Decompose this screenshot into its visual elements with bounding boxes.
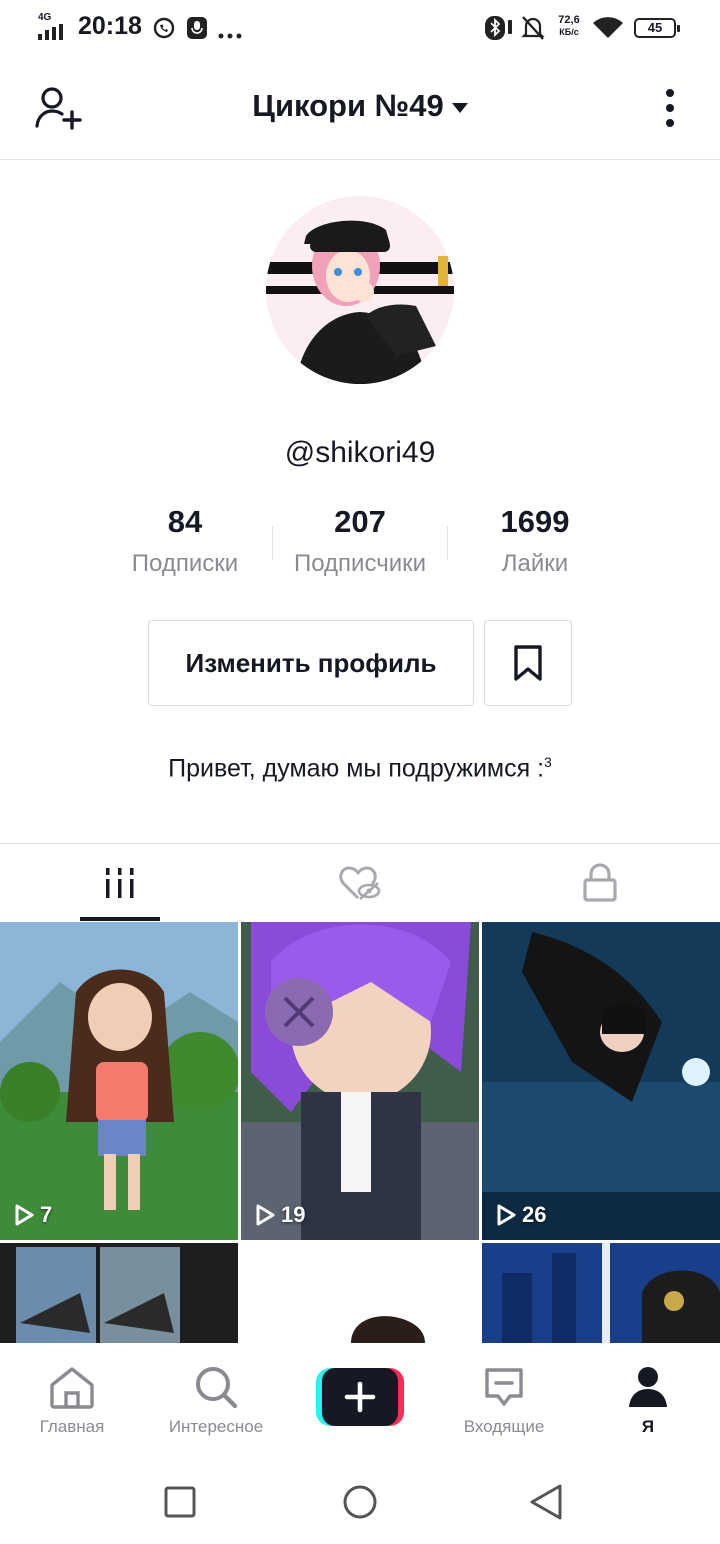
video-thumbnail[interactable] <box>482 1243 720 1343</box>
mute-icon <box>520 14 546 47</box>
tab-liked[interactable] <box>240 844 480 922</box>
following-label: Подписки <box>131 550 239 577</box>
following-stat[interactable]: 84 Подписки <box>100 504 270 578</box>
bio-superscript: 3 <box>544 754 552 770</box>
whatsapp-icon <box>152 16 176 45</box>
bio-text: Привет, думаю мы подружимся : <box>168 754 545 783</box>
system-navigation-bar <box>0 1458 720 1544</box>
more-options-icon[interactable] <box>662 88 678 133</box>
video-thumbnail[interactable] <box>241 1243 479 1343</box>
video-thumbnail[interactable]: 19 <box>241 922 479 1240</box>
video-thumbnail[interactable]: 26 <box>482 922 720 1240</box>
voice-recorder-icon <box>186 16 208 45</box>
nav-create[interactable] <box>288 1343 432 1458</box>
favorites-button[interactable] <box>484 620 572 706</box>
username: @shikori49 <box>284 436 436 469</box>
tab-videos[interactable] <box>0 844 240 922</box>
nav-discover[interactable]: Интересное <box>144 1343 288 1458</box>
tab-private[interactable] <box>480 844 720 922</box>
edit-profile-button[interactable]: Изменить профиль <box>148 620 474 706</box>
profile-header: Цикори №49 <box>0 56 720 160</box>
stat-divider <box>272 526 273 560</box>
bluetooth-icon <box>484 14 514 47</box>
lock-icon <box>583 863 617 902</box>
home-circle-icon[interactable] <box>342 1484 378 1525</box>
nav-inbox[interactable]: Входящие <box>432 1343 576 1458</box>
stat-divider <box>447 526 448 560</box>
home-icon <box>0 1363 144 1411</box>
profile-icon <box>576 1363 720 1411</box>
nav-profile[interactable]: Я <box>576 1343 720 1458</box>
play-icon <box>256 1204 275 1226</box>
account-name: Цикори №49 <box>252 88 444 123</box>
bottom-navigation: Главная Интересное Входящие Я <box>0 1343 720 1458</box>
video-thumbnail[interactable] <box>0 1243 238 1343</box>
plus-icon <box>288 1368 432 1426</box>
bookmark-icon <box>514 645 542 681</box>
search-icon <box>144 1363 288 1411</box>
followers-label: Подписчики <box>293 550 427 577</box>
recents-icon[interactable] <box>164 1486 196 1523</box>
video-thumbnail[interactable]: 7 <box>0 922 238 1240</box>
play-icon <box>497 1204 516 1226</box>
play-icon <box>15 1204 34 1226</box>
following-count: 84 <box>167 504 203 539</box>
nav-inbox-label: Входящие <box>463 1417 545 1436</box>
nav-home[interactable]: Главная <box>0 1343 144 1458</box>
wifi-icon <box>592 16 624 45</box>
signal-icon <box>38 24 72 45</box>
grid-icon <box>106 868 134 898</box>
followers-stat[interactable]: 207 Подписчики <box>275 504 445 578</box>
likes-label: Лайки <box>501 550 569 577</box>
view-count: 26 <box>496 1202 546 1228</box>
nav-discover-label: Интересное <box>168 1417 264 1436</box>
network-speed: 72,6 КБ/с <box>558 14 580 37</box>
followers-count: 207 <box>334 504 386 539</box>
status-bar: 4G 20:18 72,6 КБ/с 45 <box>0 0 720 56</box>
likes-stat[interactable]: 1699 Лайки <box>450 504 620 578</box>
content-tabs <box>0 843 720 922</box>
clock: 20:18 <box>78 12 142 40</box>
chevron-down-icon <box>451 102 468 113</box>
battery-indicator: 45 <box>634 18 680 38</box>
nav-profile-label: Я <box>641 1417 655 1436</box>
hidden-heart-icon <box>339 866 381 900</box>
inbox-icon <box>432 1363 576 1411</box>
likes-count: 1699 <box>500 504 570 539</box>
network-type: 4G <box>38 12 52 23</box>
avatar[interactable] <box>266 196 454 384</box>
more-notifications-icon <box>218 26 242 44</box>
back-icon[interactable] <box>528 1482 564 1527</box>
view-count: 7 <box>14 1202 52 1228</box>
active-tab-indicator <box>80 917 160 921</box>
view-count: 19 <box>255 1202 305 1228</box>
nav-home-label: Главная <box>39 1417 105 1436</box>
profile-bio: Привет, думаю мы подружимся :3 <box>0 754 720 783</box>
account-switcher[interactable]: Цикори №49 <box>0 88 720 124</box>
